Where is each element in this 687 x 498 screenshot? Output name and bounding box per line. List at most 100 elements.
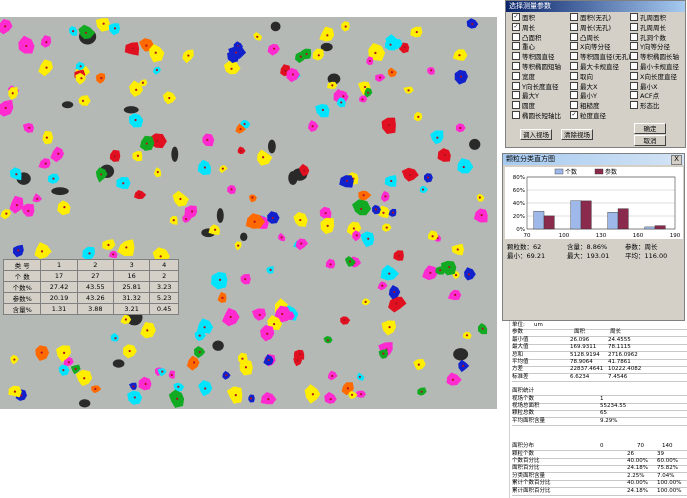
histogram-chart: 0%20%40%60%80%70 100 130 160 190个数 参数 (505, 167, 683, 239)
param-checkbox[interactable] (512, 71, 520, 80)
table-cell: 27 (76, 270, 115, 282)
param-checkbox[interactable] (630, 22, 638, 31)
param-option[interactable]: 取向 (570, 71, 593, 82)
param-option[interactable]: ✓ 周长 (512, 22, 535, 33)
param-label: 最大卡规直径 (580, 63, 619, 71)
table-cell: 个数% (2, 281, 42, 293)
param-checkbox[interactable] (570, 81, 578, 90)
clear-field-button[interactable]: 清除视场 (561, 129, 593, 140)
param-checkbox[interactable] (512, 42, 520, 51)
param-option[interactable]: 等积圆直径(无孔) (570, 52, 631, 62)
param-option[interactable]: ✓ 面积 (512, 13, 535, 23)
param-option[interactable]: 等积椭圆短轴 (512, 62, 561, 72)
param-option[interactable]: 孔洞个数 (630, 32, 666, 43)
param-checkbox[interactable] (570, 32, 578, 41)
param-checkbox[interactable] (512, 52, 520, 61)
param-checkbox[interactable] (570, 42, 578, 51)
report-cell: 颗粒总数 (512, 410, 535, 417)
param-checkbox[interactable] (630, 101, 638, 110)
legend-swatch (594, 168, 604, 175)
param-checkbox[interactable] (570, 62, 578, 70)
param-checkbox[interactable] (570, 71, 578, 80)
param-option[interactable]: 最小X (630, 81, 657, 92)
param-checkbox[interactable] (512, 81, 520, 90)
particle-marker (409, 173, 412, 177)
param-checkbox[interactable]: ✓ (512, 22, 520, 31)
particle-marker (342, 95, 345, 98)
param-checkbox[interactable] (512, 111, 520, 119)
bar (617, 208, 629, 230)
table-cell: 3.88 (76, 303, 115, 315)
param-checkbox[interactable] (512, 32, 520, 41)
param-option[interactable]: 凸面积 (512, 32, 542, 43)
param-checkbox[interactable] (630, 13, 638, 21)
ok-button[interactable]: 确定 (634, 123, 666, 134)
micrograph-view[interactable] (0, 17, 497, 409)
param-checkbox[interactable] (570, 52, 578, 61)
particle-marker (114, 337, 117, 340)
particle-marker (426, 176, 430, 179)
param-checkbox[interactable] (630, 32, 638, 41)
cancel-button[interactable]: 取消 (634, 135, 666, 146)
particle-marker (271, 216, 274, 220)
param-option[interactable]: 孔周周长 (630, 22, 666, 33)
close-icon[interactable]: X (671, 155, 682, 165)
param-option[interactable]: 孔周面积 (630, 13, 666, 23)
param-checkbox[interactable] (512, 62, 520, 70)
particle-marker (15, 173, 18, 176)
param-option[interactable]: Y向长度直径 (512, 81, 558, 92)
param-checkbox[interactable] (570, 22, 578, 31)
param-option[interactable]: 最小卡规直径 (630, 62, 679, 72)
param-label: 重心 (522, 43, 535, 52)
param-checkbox[interactable] (570, 101, 578, 110)
param-option[interactable]: 等积椭圆长轴 (630, 52, 679, 62)
param-option[interactable]: 最小Y (570, 91, 597, 101)
param-checkbox[interactable]: ✓ (570, 111, 578, 119)
param-option[interactable]: 凸周长 (570, 32, 600, 43)
param-option[interactable]: 周长(无孔) (570, 22, 612, 33)
param-option[interactable]: 最大卡规直径 (570, 62, 619, 72)
dark-particle (469, 138, 481, 150)
param-checkbox[interactable] (630, 62, 638, 70)
particle-marker (132, 385, 135, 388)
param-checkbox[interactable] (630, 71, 638, 80)
table-cell: 参数% (2, 292, 42, 304)
param-label: 周长(无孔) (580, 23, 612, 32)
load-field-button[interactable]: 调入视场 (520, 129, 552, 140)
param-checkbox[interactable] (512, 101, 520, 110)
dialog-title: 选择测量参数 (506, 1, 685, 12)
param-checkbox[interactable]: ✓ (512, 13, 520, 21)
param-option[interactable]: 宽度 (512, 71, 535, 82)
param-option[interactable]: 形态比 (630, 101, 660, 111)
particle-marker (462, 364, 465, 367)
particle-marker (344, 25, 347, 28)
param-checkbox[interactable] (512, 91, 520, 100)
param-checkbox[interactable] (630, 42, 638, 51)
param-checkbox[interactable] (630, 81, 638, 90)
param-option[interactable]: X向等分径 (570, 42, 611, 52)
particle-marker (258, 313, 261, 317)
report-cell: 60.00% (657, 458, 678, 464)
param-option[interactable]: ✓ 粒度直径 (570, 111, 606, 121)
particle-marker (382, 352, 385, 355)
param-option[interactable]: 最大Y (512, 91, 539, 101)
param-checkbox[interactable] (570, 91, 578, 100)
report-cell: 140 (662, 443, 673, 450)
param-checkbox[interactable] (570, 13, 578, 21)
param-option[interactable]: Y向等分径 (630, 42, 670, 52)
particle-marker (273, 47, 276, 50)
particle-marker (326, 224, 329, 227)
param-option[interactable]: 粗糙度 (570, 101, 600, 111)
param-option[interactable]: 最大X (570, 81, 597, 92)
param-label: X向等分径 (580, 43, 611, 52)
param-option[interactable]: 等积圆直径 (512, 52, 555, 62)
param-checkbox[interactable] (630, 52, 638, 61)
param-option[interactable]: 面积(无孔) (570, 13, 611, 23)
param-option[interactable]: ACF点 (630, 91, 659, 101)
param-option[interactable]: X向长度直径 (630, 71, 677, 82)
param-option[interactable]: 圆度 (512, 101, 535, 111)
param-option[interactable]: 重心 (512, 42, 535, 52)
param-option[interactable]: 椭圆长短轴比 (512, 111, 561, 121)
param-checkbox[interactable] (630, 91, 638, 100)
particle-marker (154, 51, 157, 54)
